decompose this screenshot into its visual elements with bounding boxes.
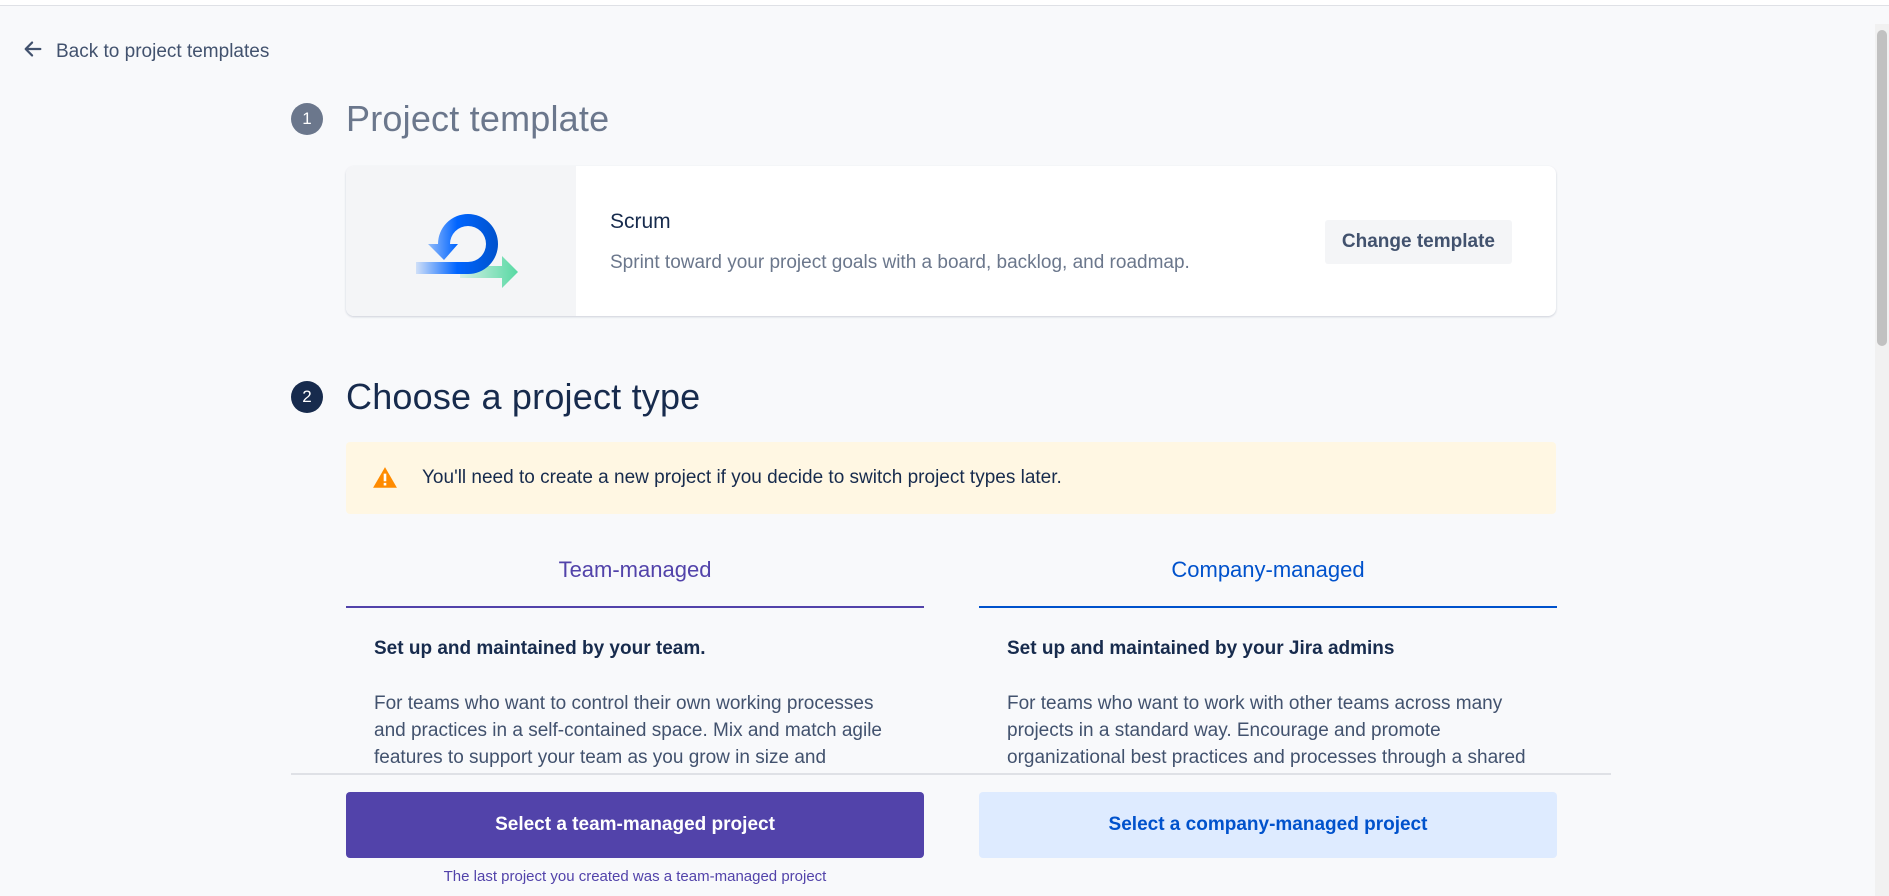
select-company-managed-button[interactable]: Select a company-managed project bbox=[979, 792, 1557, 858]
selected-template-card: Scrum Sprint toward your project goals w… bbox=[346, 166, 1556, 316]
team-managed-description: For teams who want to control their own … bbox=[374, 693, 882, 768]
team-managed-column: Team-managed Set up and maintained by yo… bbox=[346, 548, 924, 770]
team-managed-underline bbox=[346, 606, 924, 608]
company-managed-subtitle: Set up and maintained by your Jira admin… bbox=[1007, 638, 1395, 659]
back-link-label: Back to project templates bbox=[56, 41, 270, 62]
arrow-left-icon bbox=[22, 38, 44, 66]
sticky-action-bar bbox=[0, 775, 1870, 896]
scrum-cycle-icon bbox=[416, 214, 518, 288]
team-managed-title: Team-managed bbox=[558, 557, 712, 582]
switch-type-warning: You'll need to create a new project if y… bbox=[346, 442, 1556, 514]
warning-text: You'll need to create a new project if y… bbox=[422, 467, 1062, 488]
warning-icon bbox=[373, 467, 397, 488]
change-template-button[interactable]: Change template bbox=[1324, 220, 1512, 264]
scrollbar-thumb[interactable] bbox=[1877, 30, 1887, 346]
company-managed-title: Company-managed bbox=[1171, 557, 1365, 582]
select-team-managed-button[interactable]: Select a team-managed project bbox=[346, 792, 924, 858]
company-managed-column: Company-managed Set up and maintained by… bbox=[979, 548, 1557, 770]
team-managed-subtitle: Set up and maintained by your team. bbox=[374, 638, 706, 659]
company-managed-underline bbox=[979, 606, 1557, 608]
back-to-templates-link[interactable]: Back to project templates bbox=[22, 38, 269, 66]
template-thumbnail bbox=[346, 166, 576, 316]
step-1-badge: 1 bbox=[291, 103, 323, 135]
template-description: Sprint toward your project goals with a … bbox=[610, 252, 1190, 273]
last-project-note: The last project you created was a team-… bbox=[443, 868, 827, 885]
template-name: Scrum bbox=[610, 210, 671, 233]
create-project-page: Back to project templates 1 Project temp… bbox=[0, 0, 1889, 896]
action-bar-divider bbox=[291, 773, 1611, 775]
step-2-badge: 2 bbox=[291, 381, 323, 413]
company-managed-description: For teams who want to work with other te… bbox=[1007, 693, 1526, 768]
step-1-title: Project template bbox=[346, 98, 610, 139]
step-2-title: Choose a project type bbox=[346, 376, 701, 417]
